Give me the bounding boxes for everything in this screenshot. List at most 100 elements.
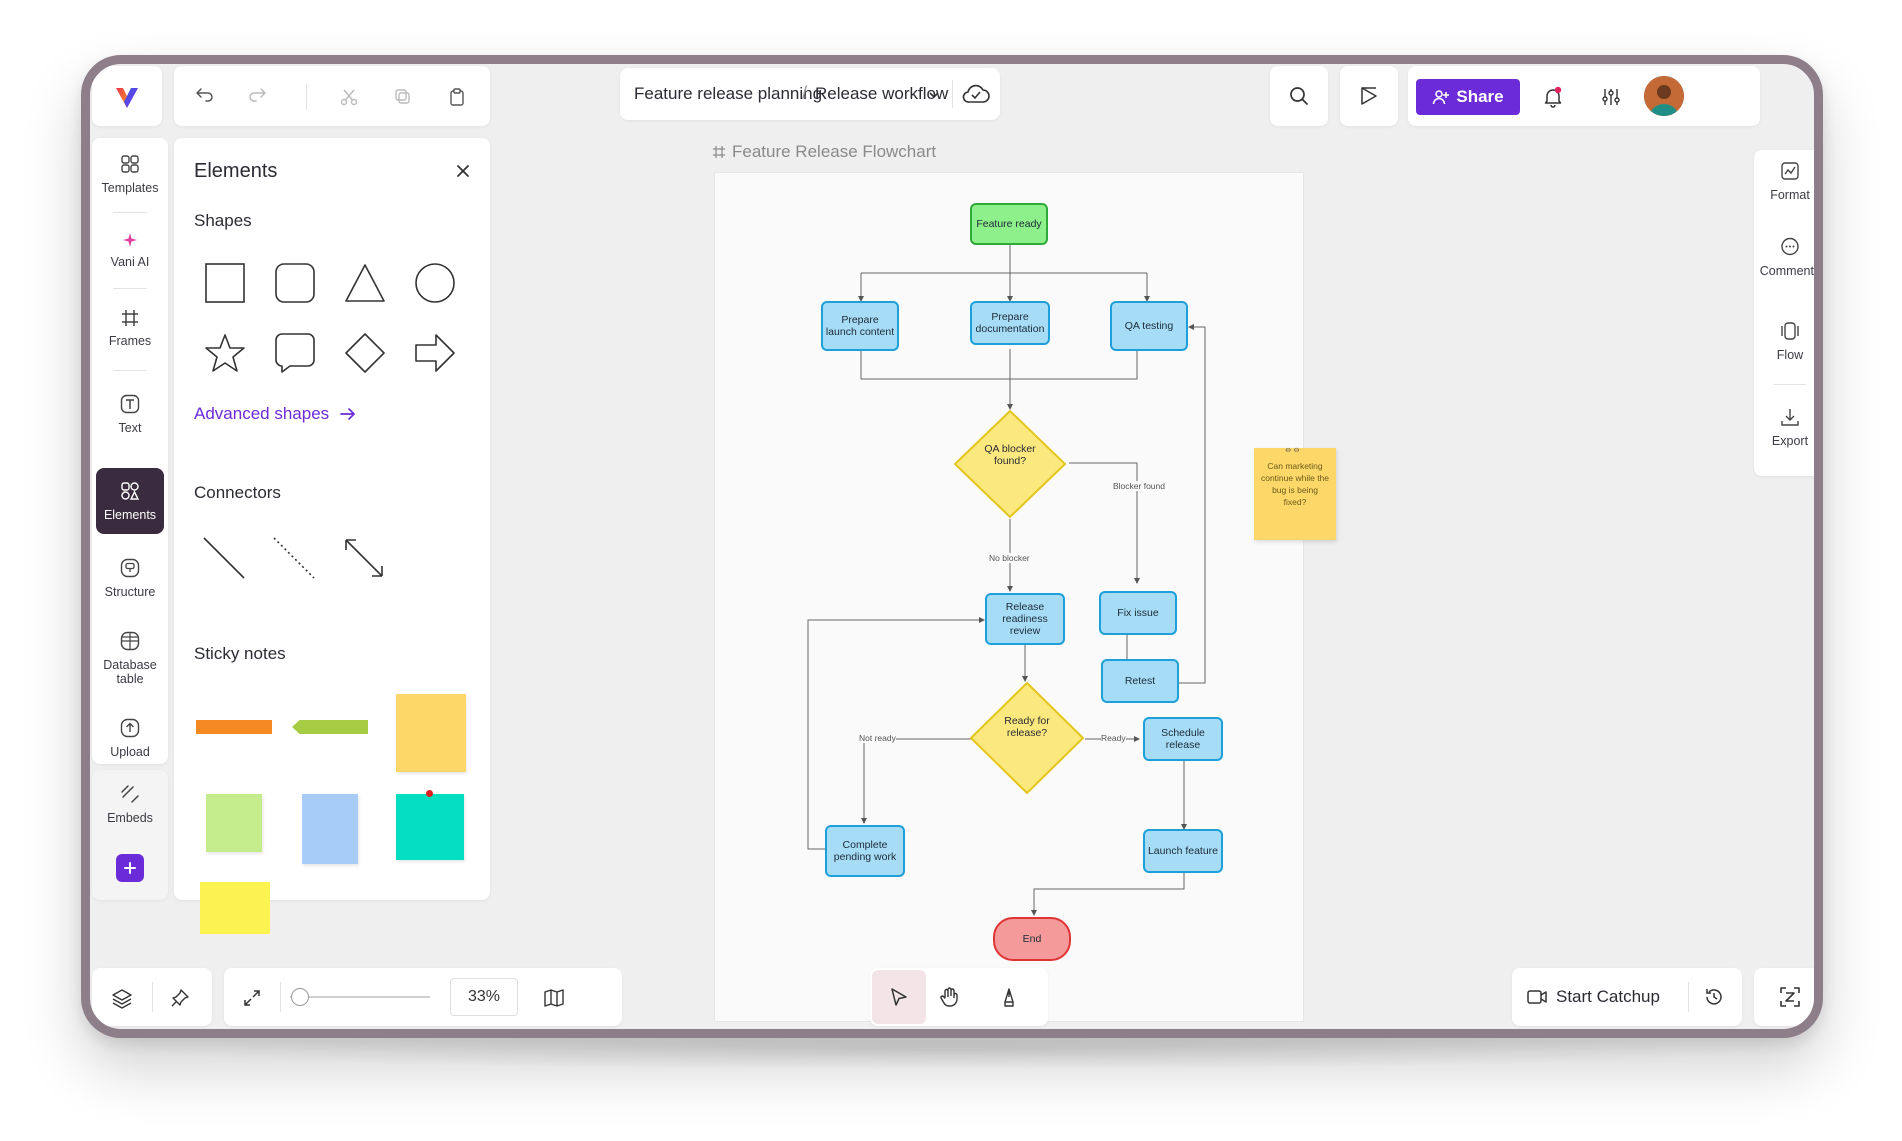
rail-label-vani-ai: Vani AI [110,255,150,269]
elements-panel: Elements Shapes Advanced shapes Connecto… [174,138,490,934]
shape-arrow-icon[interactable] [414,332,456,374]
zoom-slider-knob[interactable] [291,988,309,1006]
avatar[interactable] [1644,76,1684,116]
sticky-green-strip[interactable] [292,720,368,734]
rail-item-structure[interactable]: Structure [96,548,164,608]
rail-item-upload[interactable]: Upload [96,708,164,768]
fit-screen-button[interactable] [236,982,268,1014]
shape-square-icon[interactable] [204,262,246,304]
node-retest[interactable]: Retest [1101,659,1179,703]
flowchart-frame[interactable]: Feature ready Prepare launch content Pre… [714,172,1304,1022]
shape-speech-bubble-icon[interactable] [274,332,316,374]
rail-item-templates[interactable]: Templates [96,144,164,204]
advanced-shapes-link[interactable]: Advanced shapes [194,404,357,424]
rail-label-embeds: Embeds [107,811,153,825]
rail-item-embeds[interactable]: Embeds [96,774,164,834]
catchup-divider [1688,982,1689,1012]
node-feature-ready[interactable]: Feature ready [970,203,1048,245]
zoom-slider-track[interactable] [290,996,430,998]
present-button[interactable] [1340,66,1398,126]
node-launch-feature[interactable]: Launch feature [1143,829,1223,873]
right-panel-export[interactable]: Export [1754,406,1814,448]
shape-rounded-square-icon[interactable] [274,262,316,304]
shape-circle-icon[interactable] [414,262,456,304]
history-icon [1706,989,1722,1005]
sticky-blue-note[interactable] [302,794,358,864]
rail-item-frames[interactable]: Frames [96,298,164,358]
right-panel-format[interactable]: Format [1754,160,1814,202]
connectors-title: Connectors [194,483,281,502]
node-end[interactable]: End [993,917,1071,961]
cut-button[interactable] [334,82,364,112]
node-prepare-docs[interactable]: Prepare documentation [970,301,1050,345]
share-button[interactable]: Share [1416,79,1520,115]
undo-button[interactable] [190,82,220,112]
tool-selector [870,968,1048,1026]
cloud-sync-icon[interactable] [960,80,992,108]
breadcrumb-card: Feature release planning / Release workf… [620,68,1000,120]
right-panel-divider [1774,384,1806,385]
right-panel-comments[interactable]: Comments [1754,236,1821,278]
chevron-down-icon[interactable] [927,88,941,102]
minimap-button[interactable] [538,982,570,1014]
zoom-toolbar: 33% [224,968,622,1026]
user-avatar-icon [1644,76,1684,116]
rail-item-elements[interactable]: Elements [96,468,164,534]
node-qa-testing[interactable]: QA testing [1110,301,1188,351]
node-schedule-release[interactable]: Schedule release [1143,717,1223,761]
export-icon [1781,409,1799,426]
expand-icon [244,990,260,1006]
add-button[interactable] [116,854,144,882]
sticky-yellow-note[interactable] [396,694,466,772]
shape-star-icon[interactable] [204,332,246,374]
rail-item-database-table[interactable]: Database table [96,620,164,696]
rail-item-text[interactable]: Text [96,384,164,444]
hand-tool[interactable] [932,980,966,1014]
bottom-divider [152,982,153,1012]
sticky-teal-note[interactable] [396,794,464,860]
node-release-review[interactable]: Release readiness review [985,593,1065,645]
node-complete-pending[interactable]: Complete pending work [825,825,905,877]
edge-label-ready: Ready [1101,733,1126,743]
search-button[interactable] [1270,66,1328,126]
right-panel-flow[interactable]: Flow [1754,320,1814,362]
zoom-value: 33% [467,988,501,1005]
node-prepare-launch[interactable]: Prepare launch content [821,301,899,351]
node-fix-issue[interactable]: Fix issue [1099,591,1177,635]
zoom-divider [280,982,281,1012]
settings-button[interactable] [1594,80,1628,114]
redo-button[interactable] [242,82,272,112]
right-panel: Format Comments Flow Export [1754,150,1821,476]
history-button[interactable] [1698,981,1730,1013]
shape-triangle-icon[interactable] [344,262,386,304]
connector-double-arrow-icon[interactable] [342,536,386,580]
connector-line-icon[interactable] [202,536,246,580]
bell-icon [1544,86,1562,108]
connector-dotted-icon[interactable] [272,536,316,580]
sticky-orange-strip[interactable] [196,720,272,734]
frame-title[interactable]: Feature Release Flowchart [712,142,936,162]
close-icon[interactable] [454,162,472,180]
rail-item-vani-ai[interactable]: Vani AI [96,220,164,280]
layers-icon [112,989,132,1009]
comments-label: Comments [1759,264,1821,278]
start-catchup-label: Start Catchup [1556,987,1660,1006]
breadcrumb-project[interactable]: Feature release planning [634,84,822,104]
frame-title-label: Feature Release Flowchart [732,142,937,161]
select-tool[interactable] [872,970,926,1024]
rail-label-elements: Elements [103,508,157,522]
focus-mode-button[interactable] [1754,968,1814,1026]
paste-button[interactable] [442,82,472,112]
shape-diamond-icon[interactable] [344,332,386,374]
zoom-value-box[interactable]: 33% [450,978,518,1016]
notifications-button[interactable] [1536,80,1570,114]
copy-button[interactable] [388,82,418,112]
pen-tool[interactable] [992,980,1026,1014]
start-catchup-button[interactable]: Start Catchup [1526,982,1660,1012]
scissors-icon [340,89,358,106]
canvas-sticky-note[interactable]: ⦵⦵ Can marketing continue while the bug … [1254,444,1336,540]
pin-button[interactable] [164,982,196,1014]
sticky-bright-yellow-note[interactable] [200,882,270,934]
layers-button[interactable] [106,982,138,1014]
sticky-light-green-note[interactable] [206,794,262,852]
